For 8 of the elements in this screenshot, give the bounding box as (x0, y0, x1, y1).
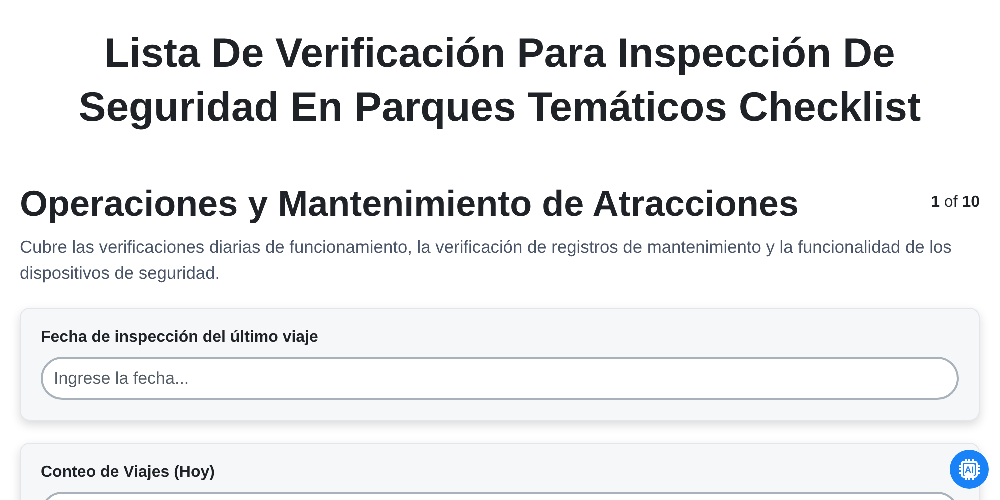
section-heading: Operaciones y Mantenimiento de Atracciones (20, 182, 799, 226)
section-description: Cubre las verificaciones diarias de funcionamiento, la verificación de registros de mantenimiento y la funcionalidad de los dispositivos de seguridad. (20, 236, 953, 285)
field-label: Fecha de inspección del último viaje (41, 329, 320, 347)
page-counter: 1 of 10 (931, 194, 980, 212)
input-field[interactable]: Ingrese la fecha... (41, 357, 959, 400)
page-title: Lista De Verificación Para Inspección De Seguridad En Parques Temáticos Checklist (78, 29, 922, 132)
chip-icon (958, 458, 981, 481)
field-label: Conteo de Viajes (Hoy) (41, 464, 216, 482)
